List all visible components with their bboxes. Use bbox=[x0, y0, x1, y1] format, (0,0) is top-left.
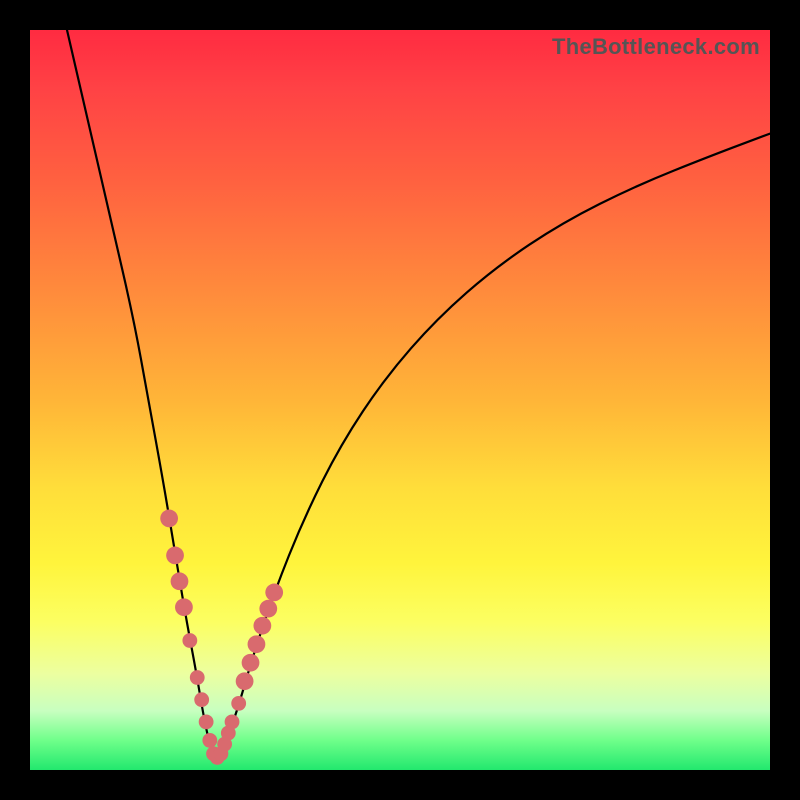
data-marker bbox=[160, 510, 178, 528]
data-marker bbox=[231, 696, 246, 711]
data-marker bbox=[225, 715, 240, 730]
data-marker bbox=[253, 617, 271, 635]
data-marker bbox=[182, 633, 197, 648]
plot-area: TheBottleneck.com bbox=[30, 30, 770, 770]
data-marker bbox=[259, 600, 277, 618]
data-marker bbox=[194, 692, 209, 707]
data-marker bbox=[202, 733, 217, 748]
data-marker bbox=[242, 654, 260, 672]
chart-svg bbox=[30, 30, 770, 770]
data-marker bbox=[171, 572, 189, 590]
bottleneck-curve bbox=[67, 30, 770, 757]
data-marker bbox=[236, 672, 254, 690]
data-marker bbox=[190, 670, 205, 685]
data-marker bbox=[166, 547, 184, 565]
data-marker bbox=[248, 635, 266, 653]
data-marker bbox=[175, 598, 193, 616]
data-marker bbox=[199, 715, 214, 730]
marker-group bbox=[160, 510, 283, 765]
chart-frame: TheBottleneck.com bbox=[0, 0, 800, 800]
data-marker bbox=[265, 584, 283, 602]
